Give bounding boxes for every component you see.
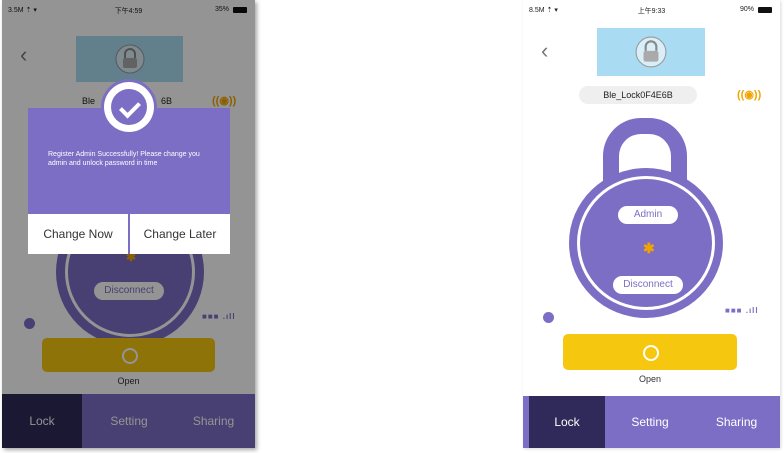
tab-setting[interactable]: Setting	[607, 396, 693, 448]
disconnect-button[interactable]: Disconnect	[613, 276, 683, 294]
tab-bar: Lock Setting Sharing	[523, 396, 780, 448]
change-later-button[interactable]: Change Later	[130, 214, 230, 254]
phone-left: 3.5M ⇡ ▾ 下午4:59 35% ‹ Ble 6B ((◉)) ✱ Dis…	[2, 0, 255, 448]
tab-sharing[interactable]: Sharing	[693, 396, 780, 448]
tab-lock[interactable]: Lock	[529, 396, 605, 448]
back-icon[interactable]: ‹	[541, 40, 548, 62]
battery-icon	[758, 7, 772, 13]
signal-indicator: ■■■ .ıll	[725, 306, 759, 315]
user-icon[interactable]	[543, 312, 554, 323]
carrier-text: 8.5M ⇡ ▾	[529, 7, 558, 14]
time-text: 上午9:33	[637, 8, 666, 15]
dialog-message: Register Admin Successfully! Please chan…	[48, 151, 200, 167]
unlock-circle-icon	[643, 345, 659, 361]
lock-image	[597, 28, 705, 76]
alarm-icon[interactable]: ((◉))	[737, 88, 761, 101]
admin-badge: Admin	[618, 206, 678, 224]
bluetooth-icon: ✱	[643, 240, 655, 256]
status-bar: 8.5M ⇡ ▾ 上午9:33 90%	[523, 0, 780, 22]
lock-name-pill: Ble_Lock0F4E6B	[579, 86, 697, 104]
check-mark	[119, 96, 141, 119]
battery-text: 90%	[739, 6, 754, 13]
padlock-icon	[635, 36, 667, 68]
check-icon	[104, 82, 154, 132]
open-label: Open	[638, 374, 662, 384]
phone-right: 8.5M ⇡ ▾ 上午9:33 90% ‹ Ble_Lock0F4E6B ((◉…	[523, 0, 780, 448]
open-button[interactable]	[563, 334, 737, 370]
check-icon-inner	[111, 89, 147, 125]
change-now-button[interactable]: Change Now	[28, 214, 128, 254]
